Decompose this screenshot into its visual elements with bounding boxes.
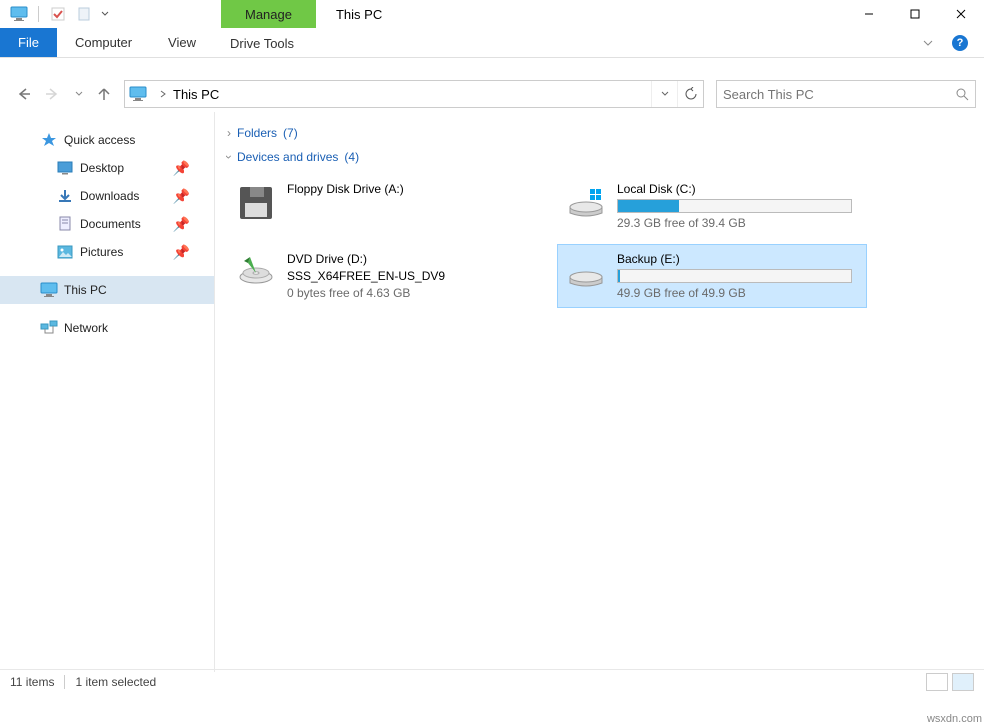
drive-name: DVD Drive (D:) (287, 252, 529, 266)
breadcrumb-location[interactable]: This PC (173, 87, 219, 102)
checkbox-icon[interactable] (47, 3, 69, 25)
search-icon[interactable] (955, 87, 969, 101)
sidebar-item-this-pc[interactable]: This PC (0, 276, 214, 304)
sidebar-item-quick-access[interactable]: Quick access (0, 126, 214, 154)
minimize-button[interactable] (846, 0, 892, 28)
usage-bar (617, 269, 852, 283)
drive-dvd-d[interactable]: DVD Drive (D:) SSS_X64FREE_EN-US_DV9 0 b… (227, 244, 537, 308)
drive-free-text: 0 bytes free of 4.63 GB (287, 286, 529, 300)
manage-contextual-tab[interactable]: Manage (221, 0, 316, 28)
help-icon[interactable]: ? (952, 35, 968, 51)
sidebar-item-desktop[interactable]: Desktop 📌 (0, 154, 214, 182)
drive-backup-e[interactable]: Backup (E:) 49.9 GB free of 49.9 GB (557, 244, 867, 308)
maximize-button[interactable] (892, 0, 938, 28)
section-header-folders[interactable]: › Folders (7) (227, 126, 972, 140)
pin-icon: 📌 (173, 188, 190, 205)
status-selection: 1 item selected (75, 675, 156, 689)
dvd-drive-icon (235, 252, 277, 294)
app-icon (8, 3, 30, 25)
network-icon (40, 319, 58, 337)
navigation-pane: Quick access Desktop 📌 Downloads 📌 Docum… (0, 112, 215, 672)
breadcrumb-separator-icon[interactable] (159, 89, 167, 99)
recent-dropdown-icon[interactable] (74, 89, 84, 99)
ribbon-tab-computer[interactable]: Computer (57, 28, 150, 57)
drive-subname: SSS_X64FREE_EN-US_DV9 (287, 269, 529, 283)
section-header-drives[interactable]: › Devices and drives (4) (227, 150, 972, 164)
pictures-icon (56, 243, 74, 261)
sidebar-item-downloads[interactable]: Downloads 📌 (0, 182, 214, 210)
star-icon (40, 131, 58, 149)
chevron-right-icon: › (227, 126, 231, 140)
computer-icon (40, 281, 58, 299)
sidebar-item-documents[interactable]: Documents 📌 (0, 210, 214, 238)
tiles-view-button[interactable] (952, 673, 974, 691)
downloads-icon (56, 187, 74, 205)
address-dropdown-icon[interactable] (651, 81, 677, 107)
pin-icon: 📌 (173, 216, 190, 233)
drive-local-c[interactable]: Local Disk (C:) 29.3 GB free of 39.4 GB (557, 174, 867, 238)
drive-free-text: 49.9 GB free of 49.9 GB (617, 286, 859, 300)
pin-icon: 📌 (173, 160, 190, 177)
back-button[interactable] (14, 85, 32, 103)
usage-bar (617, 199, 852, 213)
drive-name: Backup (E:) (617, 252, 859, 266)
watermark: wsxdn.com (927, 713, 982, 725)
close-button[interactable] (938, 0, 984, 28)
search-input[interactable] (723, 87, 955, 102)
sidebar-item-network[interactable]: Network (0, 314, 214, 342)
qat-dropdown-icon[interactable] (99, 3, 111, 25)
window-title: This PC (336, 7, 382, 22)
documents-icon (56, 215, 74, 233)
refresh-icon[interactable] (677, 81, 703, 107)
computer-icon (129, 85, 147, 103)
status-item-count: 11 items (10, 675, 54, 689)
local-disk-icon (565, 182, 607, 224)
drive-floppy-a[interactable]: Floppy Disk Drive (A:) (227, 174, 537, 238)
drive-name: Local Disk (C:) (617, 182, 859, 196)
expand-ribbon-icon[interactable] (922, 37, 934, 49)
floppy-disk-icon (235, 182, 277, 224)
doc-icon[interactable] (73, 3, 95, 25)
drive-free-text: 29.3 GB free of 39.4 GB (617, 216, 859, 230)
chevron-down-icon: › (222, 155, 236, 159)
drive-name: Floppy Disk Drive (A:) (287, 182, 529, 196)
pin-icon: 📌 (173, 244, 190, 261)
up-button[interactable] (96, 86, 112, 102)
ribbon-tab-view[interactable]: View (150, 28, 214, 57)
address-bar[interactable]: This PC (124, 80, 704, 108)
desktop-icon (56, 159, 74, 177)
hard-disk-icon (565, 252, 607, 294)
details-view-button[interactable] (926, 673, 948, 691)
ribbon-tab-drive-tools[interactable]: Drive Tools (222, 28, 532, 57)
ribbon-tab-file[interactable]: File (0, 28, 57, 57)
forward-button[interactable] (44, 85, 62, 103)
sidebar-item-pictures[interactable]: Pictures 📌 (0, 238, 214, 266)
